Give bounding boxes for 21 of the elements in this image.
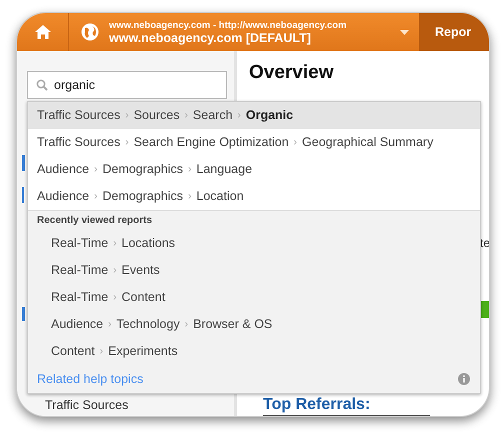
recent-report-item[interactable]: Content › Experiments: [28, 338, 480, 366]
info-icon[interactable]: [458, 373, 470, 386]
search-field[interactable]: organic: [27, 71, 227, 99]
globe-icon: [81, 23, 99, 41]
sidebar-item[interactable]: Traffic Sources: [45, 396, 128, 415]
recent-report-item[interactable]: Audience › Technology › Browser & OS: [28, 311, 480, 338]
sidebar-mark: [22, 187, 24, 203]
home-icon: [34, 24, 52, 40]
search-icon: [36, 79, 48, 91]
site-url: www.neboagency.com - http://www.neboagency.com: [109, 20, 347, 32]
suggestion-item[interactable]: Traffic Sources › Sources › Search › Organic: [28, 102, 480, 129]
recent-report-item[interactable]: Real-Time › Content: [28, 284, 480, 312]
reporting-tab[interactable]: Repor: [419, 13, 489, 51]
page-title: Overview: [249, 61, 334, 85]
section-label: Recently viewed reports: [28, 210, 480, 230]
recent-report-item[interactable]: Real-Time › Locations: [28, 230, 480, 258]
caret-icon: [400, 30, 409, 34]
recent-report-item[interactable]: Real-Time › Events: [28, 257, 480, 284]
sidebar-mark: [22, 307, 25, 321]
profile-name: www.neboagency.com [DEFAULT]: [109, 32, 312, 44]
sidebar-mark: [22, 155, 25, 171]
